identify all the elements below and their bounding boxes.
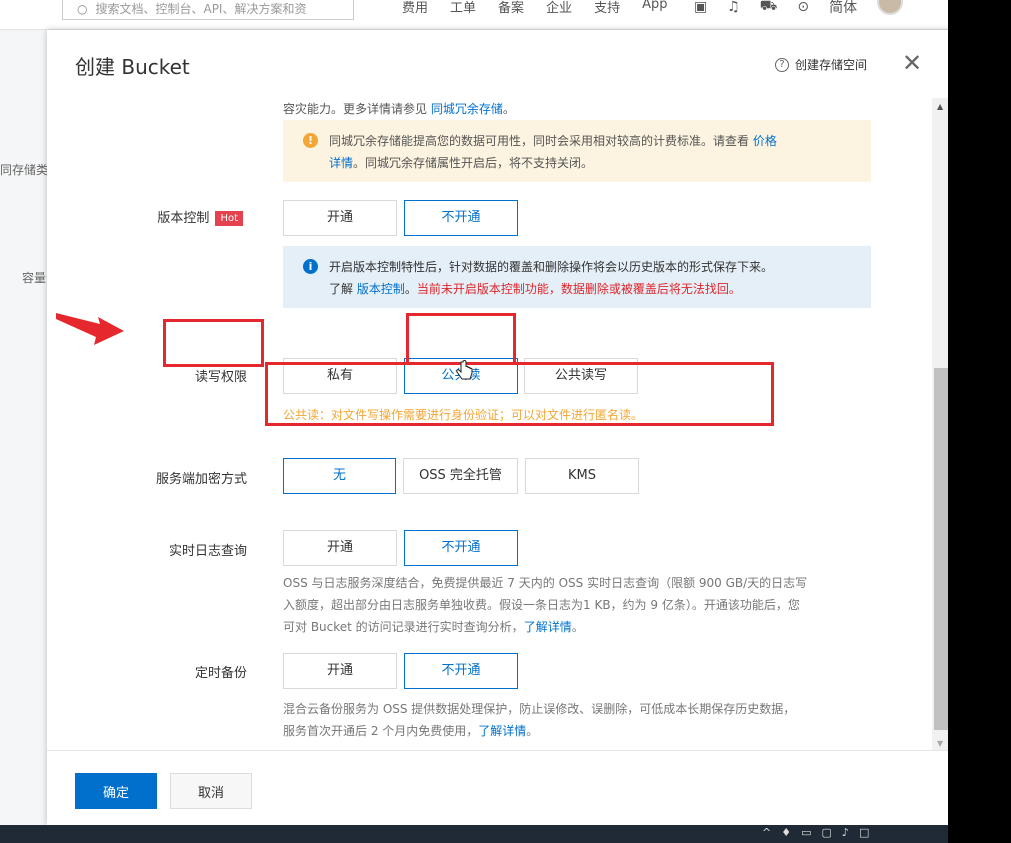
top-icons: ▣ ♫ ⛟ ⊙ 简体 bbox=[694, 0, 904, 17]
nav-link-enterprise[interactable]: 企业 bbox=[546, 0, 572, 16]
scrollbar-thumb[interactable] bbox=[934, 368, 948, 730]
versioning-alert-line2: 了解 版本控制。当前未开启版本控制功能，数据删除或被覆盖后将无法找回。 bbox=[329, 278, 857, 300]
versioning-alert-line1: 开启版本控制特性后，针对数据的覆盖和删除操作将会以历史版本的形式保存下来。 bbox=[329, 260, 774, 274]
language-switch[interactable]: 简体 bbox=[829, 0, 857, 17]
redundancy-alert-line1: 同城冗余存储能提高您的数据可用性，同时会采用相对较高的计费标准。请查看 价格 bbox=[329, 130, 857, 152]
encryption-kms-option[interactable]: KMS bbox=[525, 458, 639, 494]
os-taskbar: ^ ♦ ▭ ▢ ♪ □ bbox=[0, 825, 948, 843]
realtime-log-on-option[interactable]: 开通 bbox=[283, 530, 397, 566]
realtime-log-learn-more-link[interactable]: 了解详情 bbox=[524, 620, 572, 634]
scroll-down-arrow-icon[interactable]: ▼ bbox=[937, 739, 943, 748]
warning-icon: ! bbox=[303, 133, 318, 148]
redundancy-warning-alert: ! 同城冗余存储能提高您的数据可用性，同时会采用相对较高的计费标准。请查看 价格… bbox=[283, 120, 871, 182]
backup-label: 定时备份 bbox=[194, 666, 247, 681]
top-navigation-bar: ○ 搜索文档、控制台、API、解决方案和资 费用 工单 备案 企业 支持 App … bbox=[0, 0, 948, 30]
tray-arrow-icon[interactable]: ^ bbox=[762, 826, 771, 839]
background-left-panel: 同存储类型 容量 bbox=[0, 31, 47, 825]
system-tray: ^ ♦ ▭ ▢ ♪ □ bbox=[762, 826, 869, 839]
nav-link-fees[interactable]: 费用 bbox=[402, 0, 428, 16]
encryption-oss-managed-option[interactable]: OSS 完全托管 bbox=[403, 458, 518, 494]
user-avatar[interactable] bbox=[877, 0, 904, 15]
dialog-body[interactable]: 容灾能力。更多详情请参见 同城冗余存储。 ! 同城冗余存储能提高您的数据可用性，… bbox=[47, 98, 931, 750]
help-create-bucket-link[interactable]: ? 创建存储空间 bbox=[775, 56, 867, 73]
tray-monitor-icon[interactable]: ▢ bbox=[822, 826, 832, 839]
search-icon: ○ bbox=[77, 2, 88, 16]
redundancy-alert-text: 同城冗余存储能提高您的数据可用性，同时会采用相对较高的计费标准。请查看 bbox=[329, 134, 750, 148]
tray-volume-icon[interactable]: ♪ bbox=[842, 826, 849, 839]
realtime-log-desc-line1: OSS 与日志服务深度结合，免费提供最近 7 天内的 OSS 实时日志查询（限额… bbox=[283, 576, 808, 590]
bell-icon[interactable]: ♫ bbox=[727, 0, 740, 15]
hot-badge: Hot bbox=[215, 211, 243, 226]
realtime-log-desc-text: 可对 Bucket 的访问记录进行实时查询分析， bbox=[283, 620, 524, 634]
dialog-footer: 确定 取消 bbox=[47, 750, 950, 825]
redundancy-desc-text: 容灾能力。更多详情请参见 bbox=[283, 102, 428, 116]
top-nav-links: 费用 工单 备案 企业 支持 App bbox=[402, 0, 667, 16]
redundancy-alert-text-2: 。同城冗余存储属性开启后，将不支持关闭。 bbox=[353, 156, 594, 170]
nav-link-app[interactable]: App bbox=[642, 0, 667, 16]
hand-cursor-icon bbox=[456, 360, 473, 380]
price-details-link[interactable]: 详情 bbox=[329, 156, 353, 170]
backup-desc-line2: 服务首次开通后 2 个月内免费使用，了解详情。 bbox=[283, 720, 795, 742]
close-icon[interactable]: ✕ bbox=[902, 48, 922, 78]
bg-storage-class-label: 同存储类型 bbox=[0, 163, 47, 177]
versioning-doc-link[interactable]: 版本控制 bbox=[357, 282, 405, 296]
scroll-up-arrow-icon[interactable]: ▲ bbox=[937, 102, 943, 111]
redundancy-doc-link[interactable]: 同城冗余存储 bbox=[431, 102, 503, 116]
tray-keyboard-icon[interactable]: ▭ bbox=[801, 826, 811, 839]
acl-hint: 公共读：对文件写操作需要进行身份验证；可以对文件进行匿名读。 bbox=[283, 408, 644, 422]
realtime-log-description: OSS 与日志服务深度结合，免费提供最近 7 天内的 OSS 实时日志查询（限额… bbox=[283, 572, 807, 638]
backup-desc-text: 服务首次开通后 2 个月内免费使用， bbox=[283, 724, 479, 738]
backup-learn-more-link[interactable]: 了解详情 bbox=[478, 724, 526, 738]
realtime-log-off-option[interactable]: 不开通 bbox=[404, 530, 518, 566]
nav-link-support[interactable]: 支持 bbox=[594, 0, 620, 16]
confirm-button[interactable]: 确定 bbox=[75, 773, 157, 809]
create-bucket-dialog: 创建 Bucket ? 创建存储空间 ✕ 容灾能力。更多详情请参见 同城冗余存储… bbox=[47, 30, 950, 825]
message-icon[interactable]: ▣ bbox=[694, 0, 707, 15]
versioning-label-text: 版本控制 bbox=[157, 211, 210, 226]
redundancy-desc-end: 。 bbox=[502, 102, 515, 116]
tray-notification-icon[interactable]: □ bbox=[859, 826, 869, 839]
help-link-label: 创建存储空间 bbox=[795, 58, 868, 72]
acl-public-read-write-option[interactable]: 公共读写 bbox=[524, 358, 638, 394]
realtime-log-desc-line2: 入额度，超出部分由日志服务单独收费。假设一条日志为1 KB，约为 9 亿条）。开… bbox=[283, 598, 800, 612]
realtime-log-desc-line3: 可对 Bucket 的访问记录进行实时查询分析，了解详情。 bbox=[283, 616, 807, 638]
info-icon: i bbox=[303, 259, 318, 274]
backup-off-option[interactable]: 不开通 bbox=[404, 653, 518, 689]
encryption-label: 服务端加密方式 bbox=[155, 472, 247, 487]
versioning-alert-prefix: 了解 bbox=[329, 282, 354, 296]
cancel-button[interactable]: 取消 bbox=[170, 773, 252, 809]
annotation-arrow-icon bbox=[56, 313, 124, 345]
backup-description: 混合云备份服务为 OSS 提供数据处理保护，防止误修改、误删除，可低成本长期保存… bbox=[283, 698, 795, 742]
redundancy-description: 容灾能力。更多详情请参见 同城冗余存储。 bbox=[283, 100, 515, 117]
versioning-on-option[interactable]: 开通 bbox=[283, 200, 397, 236]
encryption-none-option[interactable]: 无 bbox=[283, 458, 396, 494]
global-search-input[interactable]: ○ 搜索文档、控制台、API、解决方案和资 bbox=[62, 0, 354, 20]
help-circle-icon[interactable]: ⊙ bbox=[797, 0, 809, 15]
versioning-label: 版本控制 Hot bbox=[83, 207, 243, 227]
backup-on-option[interactable]: 开通 bbox=[283, 653, 397, 689]
price-link[interactable]: 价格 bbox=[753, 134, 777, 148]
acl-label: 读写权限 bbox=[194, 370, 247, 385]
cart-icon[interactable]: ⛟ bbox=[760, 0, 778, 16]
versioning-off-option[interactable]: 不开通 bbox=[404, 200, 518, 236]
bg-capacity-label: 容量 bbox=[22, 271, 47, 285]
nav-link-tickets[interactable]: 工单 bbox=[450, 0, 476, 16]
realtime-log-label: 实时日志查询 bbox=[168, 544, 247, 559]
versioning-alert-sep: 。 bbox=[404, 282, 417, 296]
backup-desc-line1: 混合云备份服务为 OSS 提供数据处理保护，防止误修改、误删除，可低成本长期保存… bbox=[283, 702, 796, 716]
search-placeholder: 搜索文档、控制台、API、解决方案和资 bbox=[95, 2, 307, 16]
tray-app-icon[interactable]: ♦ bbox=[781, 826, 791, 839]
redundancy-alert-line2: 详情。同城冗余存储属性开启后，将不支持关闭。 bbox=[329, 152, 857, 174]
question-circle-icon: ? bbox=[775, 57, 789, 72]
screen-edge-black bbox=[948, 0, 1011, 843]
versioning-warning-text: 当前未开启版本控制功能，数据删除或被覆盖后将无法找回。 bbox=[416, 282, 741, 296]
dialog-header: 创建 Bucket ? 创建存储空间 ✕ bbox=[47, 30, 950, 98]
backup-desc-end: 。 bbox=[526, 724, 539, 738]
versioning-info-alert: i 开启版本控制特性后，针对数据的覆盖和删除操作将会以历史版本的形式保存下来。 … bbox=[283, 246, 871, 308]
acl-private-option[interactable]: 私有 bbox=[283, 358, 397, 394]
realtime-log-desc-end: 。 bbox=[571, 620, 584, 634]
dialog-title: 创建 Bucket bbox=[75, 55, 190, 79]
nav-link-filing[interactable]: 备案 bbox=[498, 0, 524, 16]
